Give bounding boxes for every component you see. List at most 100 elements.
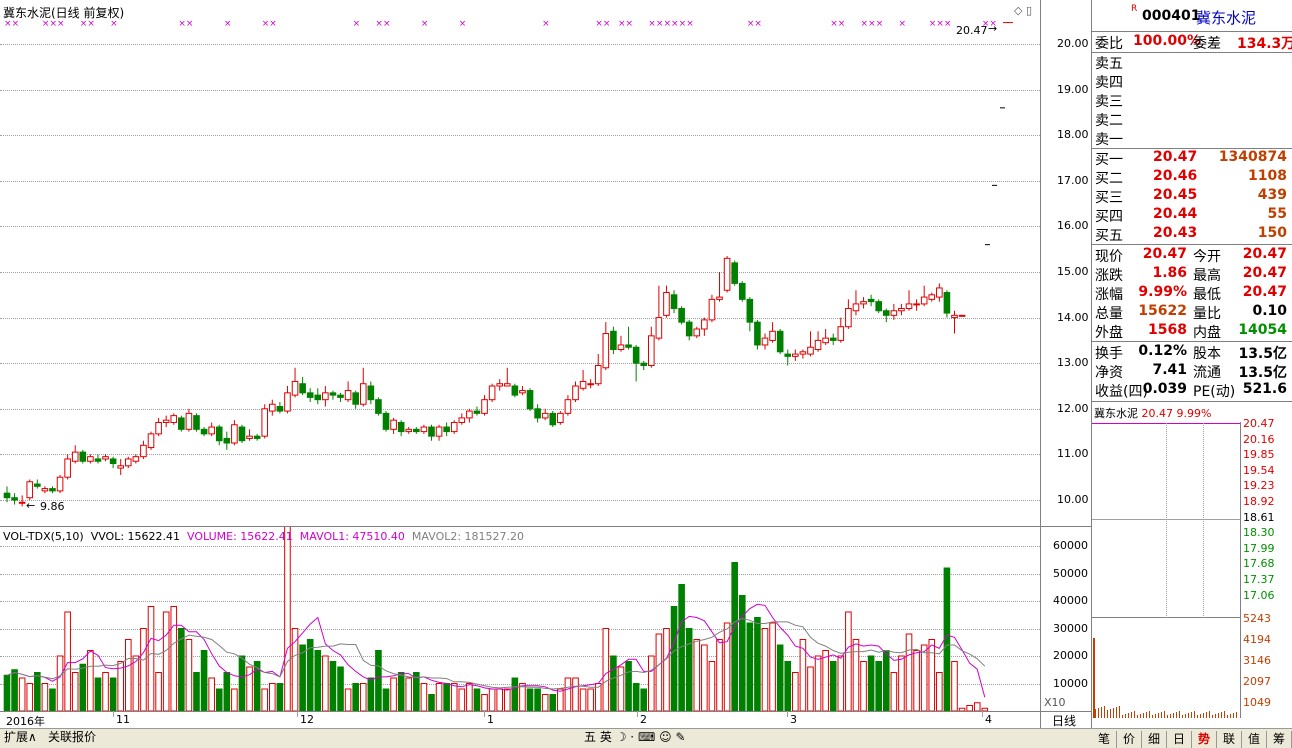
signal-marker: × [353, 19, 361, 29]
volume-bar [87, 650, 94, 711]
period-button[interactable]: 日线 [1052, 712, 1076, 729]
volume-bar [102, 672, 109, 711]
volume-bar [852, 639, 860, 711]
signal-marker: × [944, 19, 952, 29]
kline-chart[interactable]: × × × × × × × × × × × × × × × × × × × × × × × × × × × × × × × × × × × × × × × ×… [0, 0, 1040, 526]
stat-row: 现价 20.47 今开 20.47 [1093, 246, 1290, 265]
candle [306, 388, 314, 402]
mini-price-label: 17.37 [1243, 573, 1275, 586]
candle [943, 290, 951, 318]
right-tab-2[interactable]: 细 [1142, 731, 1167, 748]
stat-value: 13.5亿 [1238, 346, 1287, 362]
buy-level-3-volume: 439 [1257, 187, 1287, 203]
right-tab-0[interactable]: 笔 [1092, 731, 1117, 748]
candle [178, 415, 185, 432]
volume-bar [920, 644, 928, 711]
volume-bar [208, 677, 215, 711]
buy-level-1[interactable]: 买一 20.47 1340874 [1093, 149, 1290, 168]
candle [723, 256, 731, 293]
right-tab-7[interactable]: 筹 [1267, 731, 1292, 748]
mini-vol-bar [1218, 713, 1219, 718]
vol-axis-label: 30000 [1053, 621, 1088, 635]
mini-vol-bar [1152, 715, 1153, 718]
candle [488, 383, 496, 402]
candle [655, 285, 663, 341]
volume-bar [511, 677, 519, 711]
signal-marker: × [262, 19, 270, 29]
volume-bar [124, 639, 132, 711]
mini-vol-label: 5243 [1243, 612, 1271, 625]
candle [359, 367, 367, 407]
candle [951, 310, 958, 334]
signal-marker: × [830, 19, 838, 29]
mini-vol-bar [1230, 714, 1231, 718]
volume-bar [314, 650, 322, 711]
sell-level-2-label: 卖二 [1095, 113, 1123, 129]
candle [117, 458, 125, 475]
candle [284, 386, 291, 414]
buy-level-5[interactable]: 买五 20.43 150 [1093, 225, 1290, 244]
signal-marker: × [929, 19, 937, 29]
signal-marker: × [754, 19, 762, 29]
buy-level-4-price: 20.44 [1153, 206, 1198, 222]
volume-bar [329, 661, 337, 711]
mini-price-label: 18.92 [1243, 495, 1275, 508]
moon-icon[interactable]: ☽ [616, 730, 627, 744]
expand-button[interactable]: 扩展∧ [4, 729, 37, 746]
mini-vol-bar [1095, 709, 1096, 718]
volume-bar [94, 677, 102, 711]
right-tab-3[interactable]: 日 [1167, 731, 1192, 748]
right-tab-6[interactable]: 值 [1242, 731, 1267, 748]
volume-bar [140, 628, 147, 711]
sell-level-4[interactable]: 卖四 [1093, 72, 1290, 91]
signal-marker: × [936, 19, 944, 29]
wrench-icon[interactable]: ✎ [675, 730, 685, 744]
keyboard-icon[interactable]: ⌨ [638, 730, 655, 744]
candle [541, 408, 549, 421]
candle [413, 427, 420, 434]
mini-vol-bar [1179, 711, 1180, 718]
candle [466, 408, 473, 423]
buy-level-4[interactable]: 买四 20.44 55 [1093, 206, 1290, 225]
right-tab-1[interactable]: 价 [1117, 731, 1142, 748]
volume-bar [117, 661, 125, 711]
volume-bar [587, 688, 594, 711]
candle [511, 383, 519, 398]
volume-bar [882, 650, 890, 711]
candle [754, 319, 761, 350]
stat-label: 换手 [1095, 346, 1123, 362]
mini-vol-bar [1191, 712, 1192, 718]
x-axis-tick [484, 711, 485, 717]
buy-level-3[interactable]: 买三 20.45 439 [1093, 187, 1290, 206]
sell-level-5[interactable]: 卖五 [1093, 53, 1290, 72]
volume-chart[interactable] [0, 527, 1040, 711]
buy-level-2[interactable]: 买二 20.46 1108 [1093, 168, 1290, 187]
volume-bar [572, 677, 579, 711]
candle [875, 299, 883, 314]
five-icon[interactable]: 五 [584, 730, 596, 744]
buy-level-2-price: 20.46 [1153, 168, 1198, 184]
sell-level-3[interactable]: 卖三 [1093, 91, 1290, 110]
volume-bar [534, 688, 541, 711]
candle [322, 386, 329, 407]
signal-marker: × [542, 19, 550, 29]
signal-marker: × [603, 19, 611, 29]
sell-level-2[interactable]: 卖二 [1093, 110, 1290, 129]
english-icon[interactable]: 英 [600, 730, 612, 744]
mini-vol-bar [1104, 706, 1105, 718]
quote-flag: R [1131, 4, 1138, 14]
mini-name: 冀东水泥 [1094, 407, 1138, 420]
right-tab-5[interactable]: 联 [1217, 731, 1242, 748]
dot-icon[interactable]: · [630, 730, 634, 744]
vol-axis-label: 50000 [1053, 566, 1088, 580]
candle [435, 424, 443, 441]
sell-level-1[interactable]: 卖一 [1093, 129, 1290, 148]
candle [776, 329, 784, 355]
related-quotes-button[interactable]: 关联报价 [48, 729, 96, 746]
signal-marker: × [861, 19, 869, 29]
diff-label: 委差 [1193, 36, 1221, 52]
right-tab-4[interactable]: 势 [1192, 731, 1217, 748]
user-icon[interactable]: ☺ [659, 730, 672, 744]
volume-bar [640, 688, 648, 711]
mini-vol-bar [1236, 712, 1237, 718]
